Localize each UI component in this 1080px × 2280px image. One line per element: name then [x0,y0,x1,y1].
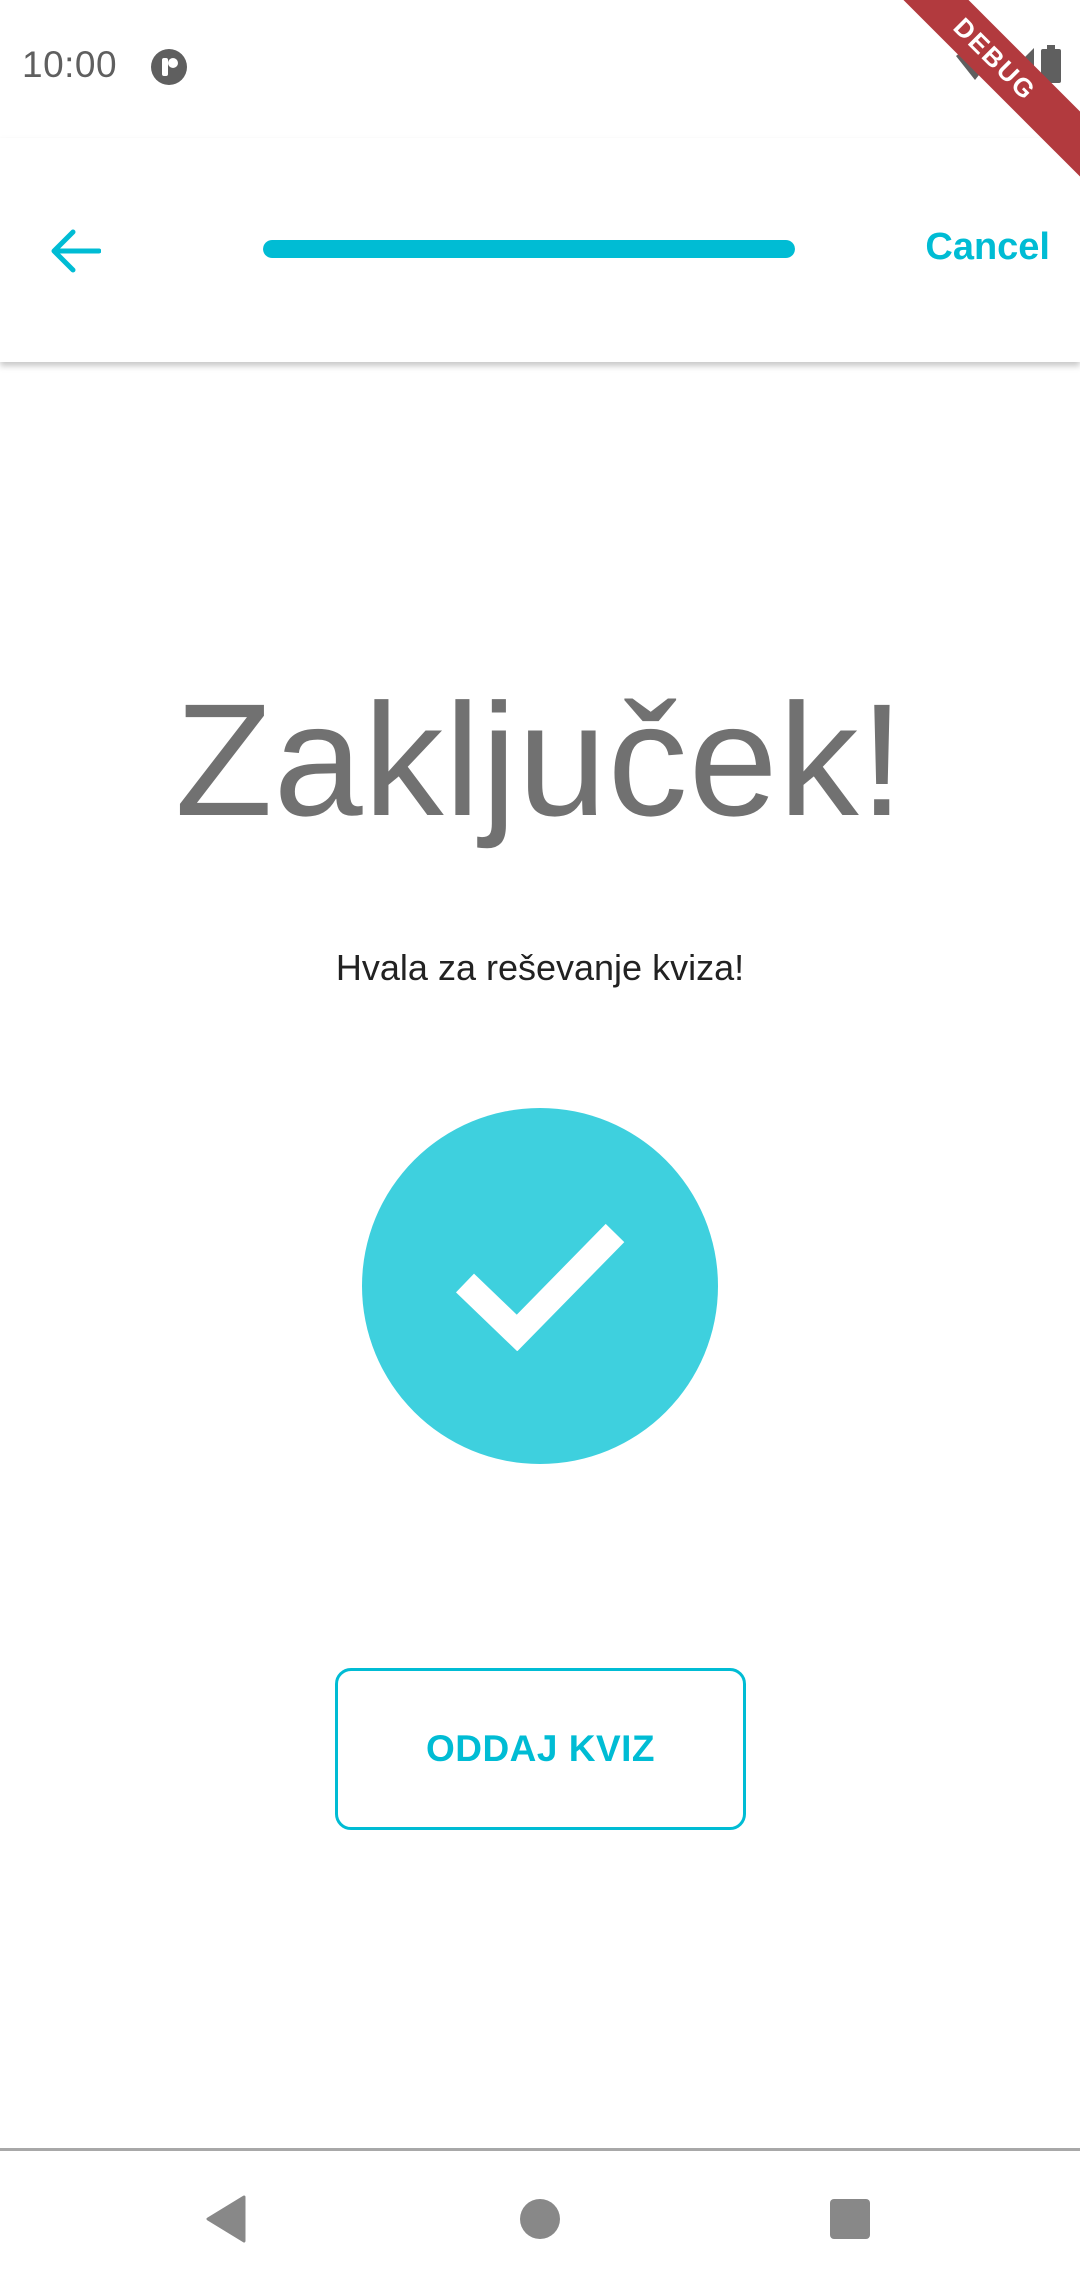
back-triangle-icon [204,2195,248,2248]
arrow-left-icon [49,229,102,278]
submit-quiz-button[interactable]: ODDAJ KVIZ [335,1668,746,1830]
status-bar: 10:00 [0,0,1080,138]
main-content: Zaključek! Hvala za reševanje kviza! ODD… [0,362,1080,2148]
quiz-progress-fill [263,240,795,258]
page-subtitle: Hvala za reševanje kviza! [335,947,745,988]
cancel-button[interactable]: Cancel [925,226,1050,269]
screen: 10:00 DEBUG Cancel Zaključek! Hvala za r… [0,0,1080,2280]
app-bar: Cancel [0,138,1080,362]
nav-recents-button[interactable] [820,2191,880,2251]
recents-square-icon [829,2198,871,2245]
check-circle-icon [362,1108,718,1464]
status-time: 10:00 [22,44,118,85]
app-notification-icon [150,48,188,86]
system-nav-bar [0,2148,1080,2280]
quiz-progress-bar [263,240,795,258]
page-title: Zaključek! [174,670,906,849]
nav-back-button[interactable] [196,2191,256,2251]
nav-home-button[interactable] [510,2191,570,2251]
back-button[interactable] [40,218,110,288]
home-circle-icon [519,2198,561,2245]
